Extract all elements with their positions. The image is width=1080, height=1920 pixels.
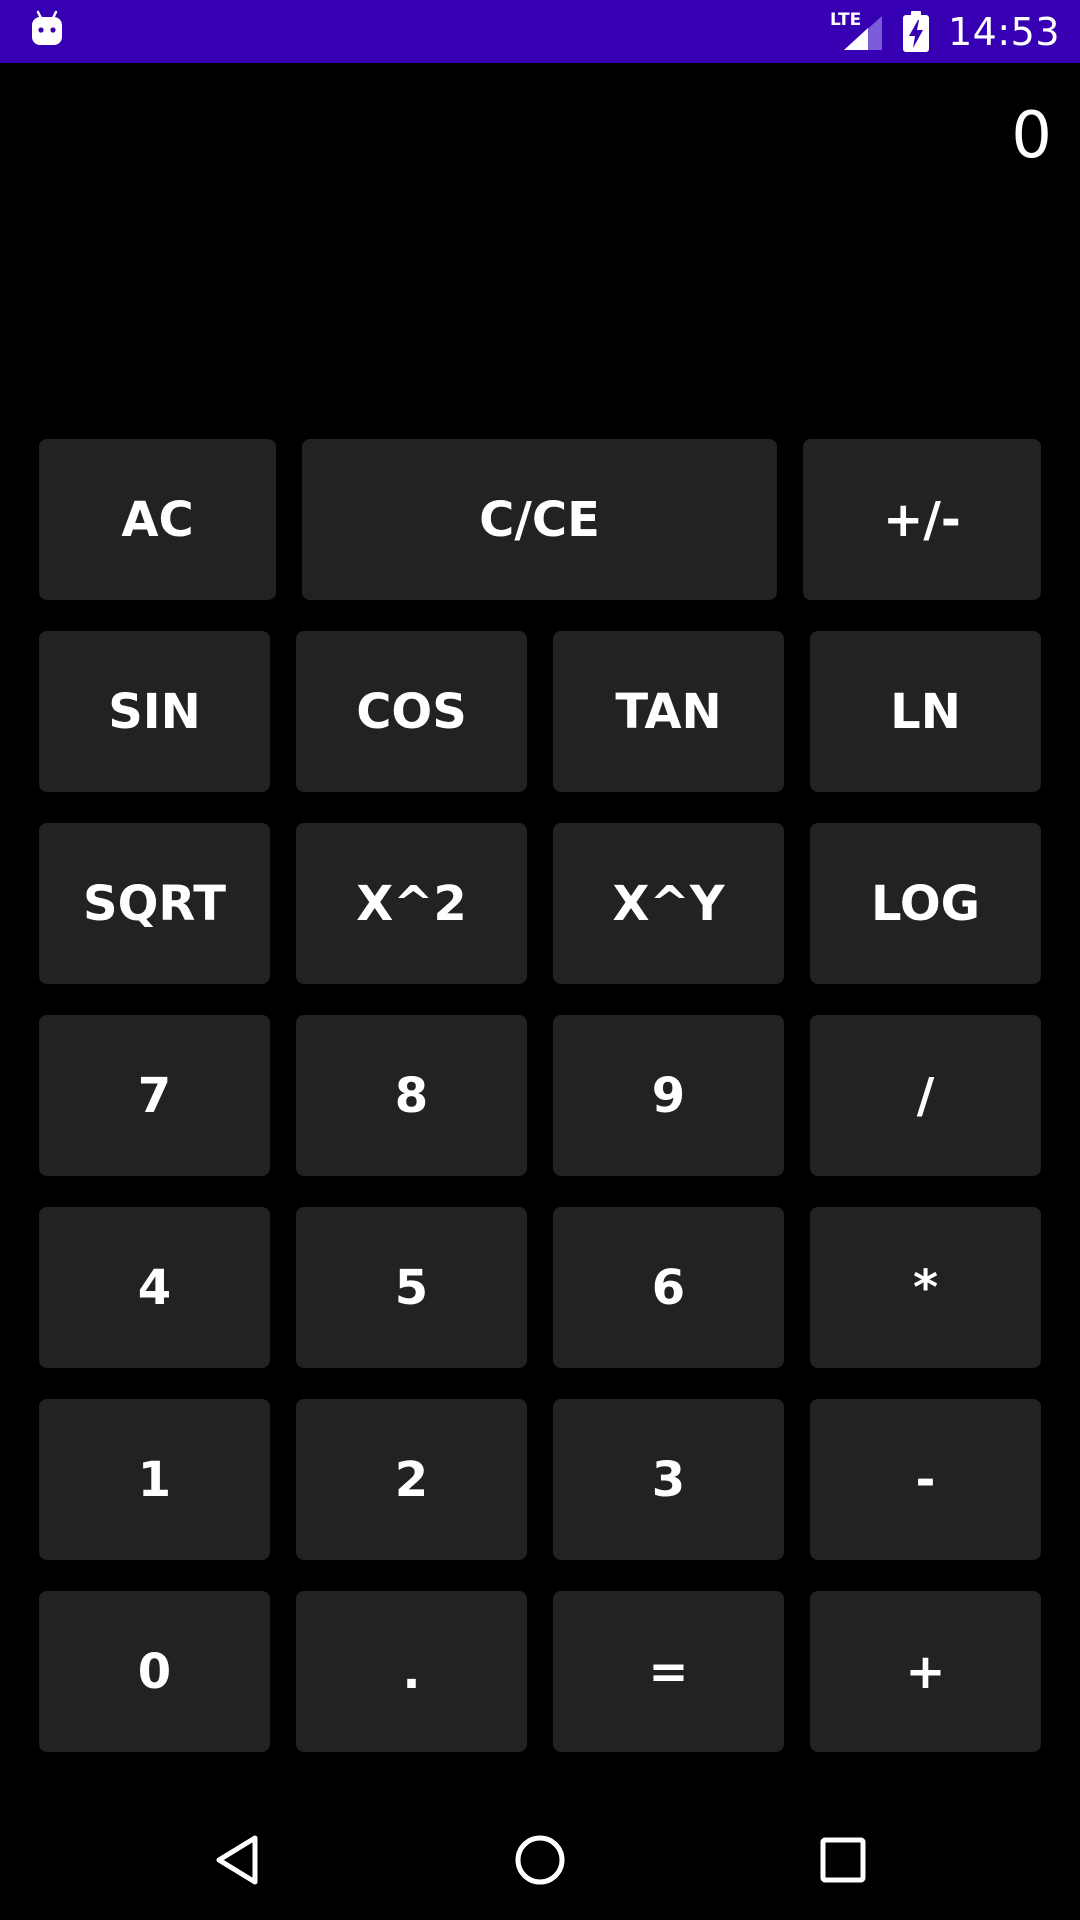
- digit-3-button[interactable]: 3: [553, 1399, 784, 1560]
- decimal-button[interactable]: .: [296, 1591, 527, 1752]
- home-icon[interactable]: [510, 1830, 570, 1890]
- all-clear-button[interactable]: AC: [39, 439, 276, 600]
- digit-7-button[interactable]: 7: [39, 1015, 270, 1176]
- divide-button[interactable]: /: [810, 1015, 1041, 1176]
- clear-entry-button[interactable]: C/CE: [302, 439, 777, 600]
- digit-0-button[interactable]: 0: [39, 1591, 270, 1752]
- digit-4-button[interactable]: 4: [39, 1207, 270, 1368]
- keypad: AC C/CE +/- SIN COS TAN LN SQRT X^2 X^Y …: [0, 0, 1080, 1800]
- ln-button[interactable]: LN: [810, 631, 1041, 792]
- log-button[interactable]: LOG: [810, 823, 1041, 984]
- digit-1-button[interactable]: 1: [39, 1399, 270, 1560]
- equals-button[interactable]: =: [553, 1591, 784, 1752]
- negate-button[interactable]: +/-: [803, 439, 1041, 600]
- digit-5-button[interactable]: 5: [296, 1207, 527, 1368]
- sin-button[interactable]: SIN: [39, 631, 270, 792]
- add-button[interactable]: +: [810, 1591, 1041, 1752]
- digit-2-button[interactable]: 2: [296, 1399, 527, 1560]
- digit-8-button[interactable]: 8: [296, 1015, 527, 1176]
- digit-9-button[interactable]: 9: [553, 1015, 784, 1176]
- sqrt-button[interactable]: SQRT: [39, 823, 270, 984]
- navigation-bar: [0, 1800, 1080, 1920]
- power-button[interactable]: X^Y: [553, 823, 784, 984]
- back-icon[interactable]: [207, 1830, 267, 1890]
- digit-6-button[interactable]: 6: [553, 1207, 784, 1368]
- square-button[interactable]: X^2: [296, 823, 527, 984]
- tan-button[interactable]: TAN: [553, 631, 784, 792]
- multiply-button[interactable]: *: [810, 1207, 1041, 1368]
- recents-icon[interactable]: [813, 1830, 873, 1890]
- cos-button[interactable]: COS: [296, 631, 527, 792]
- subtract-button[interactable]: -: [810, 1399, 1041, 1560]
